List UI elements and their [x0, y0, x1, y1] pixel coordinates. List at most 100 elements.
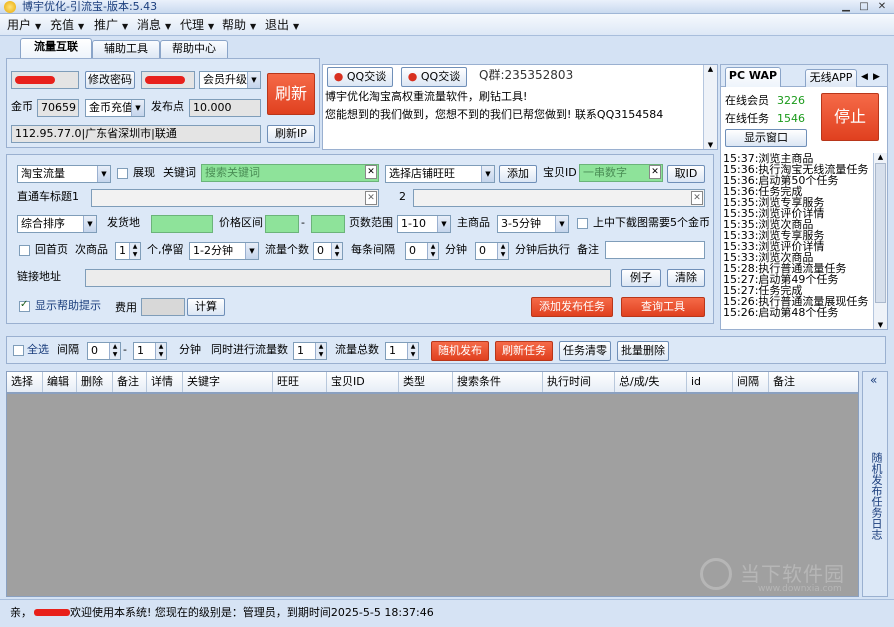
- link-input[interactable]: [85, 269, 611, 287]
- qq-chat-button-2[interactable]: ● QQ交谈: [401, 67, 467, 87]
- delay-spinner[interactable]: 0 ▲ ▼: [475, 242, 509, 260]
- tab-tools[interactable]: 辅助工具: [92, 40, 160, 58]
- get-id-button[interactable]: 取ID: [667, 165, 705, 183]
- random-publish-button[interactable]: 随机发布: [431, 341, 489, 361]
- total-spinner[interactable]: 1 ▲ ▼: [385, 342, 419, 360]
- batch-delete-button[interactable]: 批量删除: [617, 341, 669, 361]
- coin-recharge-select[interactable]: 金币充值 ▼: [85, 99, 145, 117]
- close-button[interactable]: ✕: [874, 1, 890, 13]
- col-item-id[interactable]: 宝贝ID: [327, 372, 399, 392]
- keyword-input[interactable]: 搜索关键词: [201, 164, 379, 182]
- col-total-success-fail[interactable]: 总/成/失: [615, 372, 687, 392]
- menu-promote[interactable]: 推广 ▼: [94, 17, 128, 35]
- col-search-condition[interactable]: 搜索条件: [453, 372, 543, 392]
- interval-min-spinner[interactable]: 0 ▲ ▼: [87, 342, 121, 360]
- spinner-arrows-icon[interactable]: ▲ ▼: [497, 243, 508, 259]
- main-item-select[interactable]: 3-5分钟 ▼: [497, 215, 569, 233]
- col-select[interactable]: 选择: [7, 372, 43, 392]
- stay-select[interactable]: 1-2分钟 ▼: [189, 242, 259, 260]
- interval-spinner[interactable]: 0 ▲ ▼: [405, 242, 439, 260]
- window-title: 博宇优化-引流宝-版本:5.43: [22, 0, 158, 13]
- spinner-arrows-icon[interactable]: ▲ ▼: [155, 343, 166, 359]
- show-checkbox[interactable]: [117, 168, 128, 179]
- log-scrollbar[interactable]: ▲ ▼: [873, 153, 887, 329]
- spinner-arrows-icon[interactable]: ▲ ▼: [427, 243, 438, 259]
- minimize-button[interactable]: ▁: [838, 1, 854, 13]
- col-wangwang[interactable]: 旺旺: [273, 372, 327, 392]
- clear-button[interactable]: 清除: [667, 269, 705, 287]
- col-interval[interactable]: 间隔: [733, 372, 769, 392]
- menu-recharge[interactable]: 充值 ▼: [50, 17, 84, 35]
- tab-scroll-left-icon[interactable]: ◀: [861, 69, 868, 85]
- price-min-input[interactable]: [265, 215, 299, 233]
- back-home-label: 回首页: [35, 243, 68, 256]
- ztc-title2-input[interactable]: ✕: [413, 189, 705, 207]
- maximize-button[interactable]: □: [856, 1, 872, 13]
- stay-label: 个,停留: [147, 243, 184, 256]
- example-button[interactable]: 例子: [621, 269, 661, 287]
- tab-traffic[interactable]: 流量互联: [20, 38, 92, 58]
- change-password-button[interactable]: 修改密码: [85, 71, 135, 89]
- spinner-arrows-icon[interactable]: ▲ ▼: [331, 243, 342, 259]
- shop-select[interactable]: 选择店铺旺旺 ▼: [385, 165, 495, 183]
- tab-scroll-right-icon[interactable]: ▶: [873, 69, 880, 85]
- menu-user[interactable]: 用户 ▼: [7, 17, 41, 35]
- show-help-checkbox[interactable]: [19, 299, 30, 312]
- platform-select[interactable]: 淘宝流量 ▼: [17, 165, 111, 183]
- qq-chat-button-1[interactable]: ● QQ交谈: [327, 67, 393, 87]
- screenshot-checkbox[interactable]: [577, 218, 588, 229]
- page-range-label: 页数范围: [349, 216, 393, 229]
- member-upgrade-select[interactable]: 会员升级 ▼: [199, 71, 261, 89]
- col-exec-time[interactable]: 执行时间: [543, 372, 615, 392]
- notice-scrollbar[interactable]: ▲ ▼: [703, 65, 717, 149]
- clear-icon[interactable]: ✕: [691, 191, 703, 205]
- col-detail[interactable]: 详情: [147, 372, 183, 392]
- keyword-clear-icon[interactable]: ✕: [365, 165, 377, 179]
- add-task-button[interactable]: 添加发布任务: [531, 297, 613, 317]
- select-all-checkbox[interactable]: [13, 345, 24, 356]
- col-edit[interactable]: 编辑: [43, 372, 77, 392]
- remark-input[interactable]: [605, 241, 705, 259]
- back-home-checkbox[interactable]: [19, 245, 30, 256]
- col-remark-2[interactable]: 备注: [769, 372, 858, 392]
- show-window-button[interactable]: 显示窗口: [725, 129, 807, 147]
- traffic-count-spinner[interactable]: 0 ▲ ▼: [313, 242, 343, 260]
- sort-select[interactable]: 综合排序 ▼: [17, 215, 97, 233]
- price-max-input[interactable]: [311, 215, 345, 233]
- clear-tasks-button[interactable]: 任务清零: [559, 341, 611, 361]
- clear-icon[interactable]: ✕: [365, 191, 377, 205]
- spinner-arrows-icon[interactable]: ▲ ▼: [407, 343, 418, 359]
- refresh-task-button[interactable]: 刷新任务: [495, 341, 553, 361]
- menu-exit[interactable]: 退出 ▼: [265, 17, 299, 35]
- spinner-arrows-icon[interactable]: ▲ ▼: [129, 243, 140, 259]
- username-field: [11, 71, 79, 89]
- tab-pc-wap[interactable]: PC WAP: [725, 67, 781, 87]
- col-id[interactable]: id: [687, 372, 733, 392]
- page-range-select[interactable]: 1-10 ▼: [397, 215, 451, 233]
- link-label: 链接地址: [17, 270, 61, 283]
- calc-button[interactable]: 计算: [187, 298, 225, 316]
- add-button[interactable]: 添加: [499, 165, 537, 183]
- sub-item-spinner[interactable]: 1 ▲ ▼: [115, 242, 141, 260]
- refresh-button[interactable]: 刷新: [267, 73, 315, 115]
- tab-help-center[interactable]: 帮助中心: [160, 40, 228, 58]
- concurrent-spinner[interactable]: 1 ▲ ▼: [293, 342, 327, 360]
- col-remark[interactable]: 备注: [113, 372, 147, 392]
- menu-help[interactable]: 帮助 ▼: [222, 17, 256, 35]
- stop-button[interactable]: 停止: [821, 93, 879, 141]
- interval-max-spinner[interactable]: 1 ▲ ▼: [133, 342, 167, 360]
- menu-agent[interactable]: 代理 ▼: [180, 17, 214, 35]
- menu-message[interactable]: 消息 ▼: [137, 17, 171, 35]
- refresh-ip-button[interactable]: 刷新IP: [267, 125, 315, 143]
- collapse-icon[interactable]: «: [870, 372, 877, 388]
- item-id-clear-icon[interactable]: ✕: [649, 165, 661, 179]
- ztc-title1-input[interactable]: ✕: [91, 189, 379, 207]
- col-type[interactable]: 类型: [399, 372, 453, 392]
- ship-from-input[interactable]: [151, 215, 213, 233]
- col-delete[interactable]: 删除: [77, 372, 113, 392]
- spinner-arrows-icon[interactable]: ▲ ▼: [109, 343, 120, 359]
- query-tool-button[interactable]: 查询工具: [621, 297, 705, 317]
- spinner-arrows-icon[interactable]: ▲ ▼: [315, 343, 326, 359]
- tab-wireless-app[interactable]: 无线APP: [805, 69, 857, 87]
- col-keyword[interactable]: 关键字: [183, 372, 273, 392]
